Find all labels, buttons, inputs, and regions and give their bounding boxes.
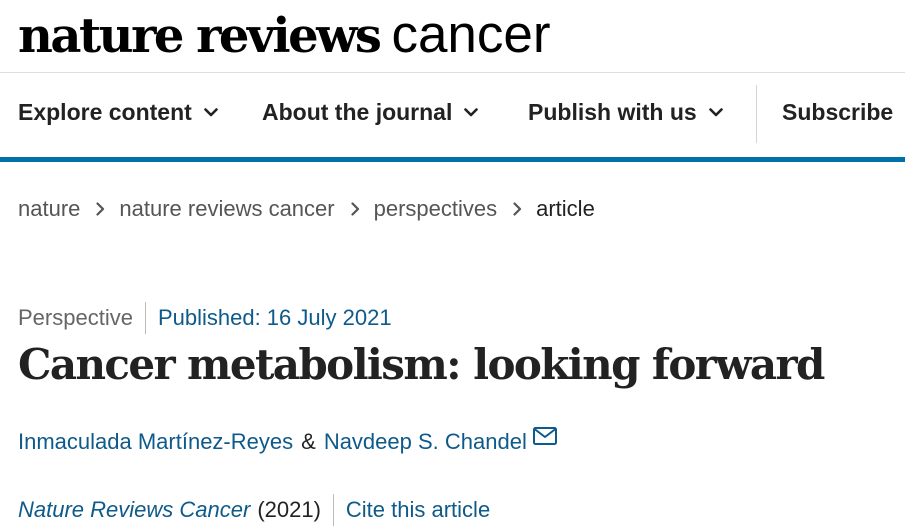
page-title: Cancer metabolism: looking forward: [18, 340, 825, 389]
cite-this-article-link[interactable]: Cite this article: [346, 497, 490, 523]
nav-explore-content[interactable]: Explore content: [18, 99, 218, 126]
journal-logo[interactable]: nature reviews cancer: [18, 4, 551, 68]
chevron-right-icon: [513, 202, 522, 216]
article-type: Perspective: [18, 305, 133, 330]
nav-about-journal[interactable]: About the journal: [262, 99, 479, 126]
chevron-down-icon: [464, 108, 479, 117]
publication-year: (2021): [257, 497, 321, 522]
citation-row: Nature Reviews Cancer (2021) Cite this a…: [18, 494, 490, 526]
nav-item-label: Explore content: [18, 99, 192, 125]
chevron-down-icon: [708, 108, 723, 117]
subscribe-link[interactable]: Subscribe: [782, 99, 893, 126]
subscribe-label: Subscribe: [782, 99, 894, 125]
nav-accent-bar: [0, 157, 905, 162]
nav-publish-with-us[interactable]: Publish with us: [528, 99, 723, 126]
nav-item-label: Publish with us: [528, 99, 697, 125]
article-meta: Perspective Published: 16 July 2021: [18, 302, 392, 334]
journal-link[interactable]: Nature Reviews Cancer: [18, 497, 250, 523]
nav-item-label: About the journal: [262, 99, 453, 125]
author-list: Inmaculada Martínez-Reyes & Navdeep S. C…: [18, 427, 557, 455]
author-link-1[interactable]: Inmaculada Martínez-Reyes: [18, 429, 293, 455]
meta-divider: [144, 302, 146, 334]
main-nav: Explore content About the journal Publis…: [0, 73, 905, 157]
breadcrumb-current: article: [536, 196, 595, 221]
logo-primary-text: nature reviews: [18, 8, 382, 64]
chevron-down-icon: [204, 108, 218, 117]
breadcrumb-item-perspectives[interactable]: perspectives: [374, 196, 498, 222]
published-date: Published: 16 July 2021: [157, 305, 392, 330]
author-link-2[interactable]: Navdeep S. Chandel: [324, 429, 527, 455]
nav-divider: [756, 85, 757, 143]
logo-secondary-text: cancer: [391, 5, 551, 64]
chevron-right-icon: [96, 202, 105, 216]
author-separator: &: [301, 429, 316, 454]
chevron-right-icon: [351, 202, 360, 216]
breadcrumb: nature nature reviews cancer perspective…: [18, 196, 595, 222]
mail-icon[interactable]: [532, 427, 557, 445]
breadcrumb-item-journal[interactable]: nature reviews cancer: [119, 196, 334, 222]
citation-divider: [332, 494, 334, 526]
breadcrumb-item-nature[interactable]: nature: [18, 196, 80, 222]
